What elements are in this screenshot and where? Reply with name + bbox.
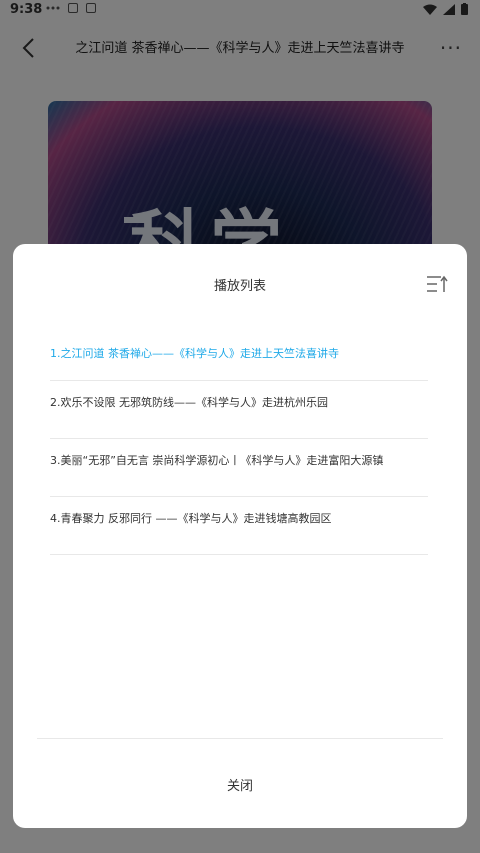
playlist-item[interactable]: 1.之江问道 茶香禅心——《科学与人》走进上天竺法喜讲寺 <box>50 332 428 381</box>
playlist-item[interactable]: 3.美丽“无邪”自无言 崇尚科学源初心丨《科学与人》走进富阳大源镇 <box>50 439 428 497</box>
close-button[interactable]: 关闭 <box>13 775 467 794</box>
playlist-title: 播放列表 <box>213 279 266 294</box>
sort-order-icon[interactable] <box>426 274 448 294</box>
dialog-divider <box>37 738 443 739</box>
playlist-item-label: 4.青春聚力 反邪同行 ——《科学与人》走进钱塘高教园区 <box>50 512 332 525</box>
playlist-item-label: 1.之江问道 茶香禅心——《科学与人》走进上天竺法喜讲寺 <box>50 347 339 360</box>
playlist-item[interactable]: 2.欢乐不设限 无邪筑防线——《科学与人》走进杭州乐园 <box>50 381 428 439</box>
playlist-item[interactable]: 4.青春聚力 反邪同行 ——《科学与人》走进钱塘高教园区 <box>50 497 428 555</box>
playlist-item-label: 2.欢乐不设限 无邪筑防线——《科学与人》走进杭州乐园 <box>50 396 328 409</box>
playlist-dialog: 播放列表 1.之江问道 茶香禅心——《科学与人》走进上天竺法喜讲寺 2.欢乐不设… <box>13 244 467 828</box>
playlist-list: 1.之江问道 茶香禅心——《科学与人》走进上天竺法喜讲寺 2.欢乐不设限 无邪筑… <box>50 332 428 555</box>
playlist-item-label: 3.美丽“无邪”自无言 崇尚科学源初心丨《科学与人》走进富阳大源镇 <box>50 454 384 467</box>
